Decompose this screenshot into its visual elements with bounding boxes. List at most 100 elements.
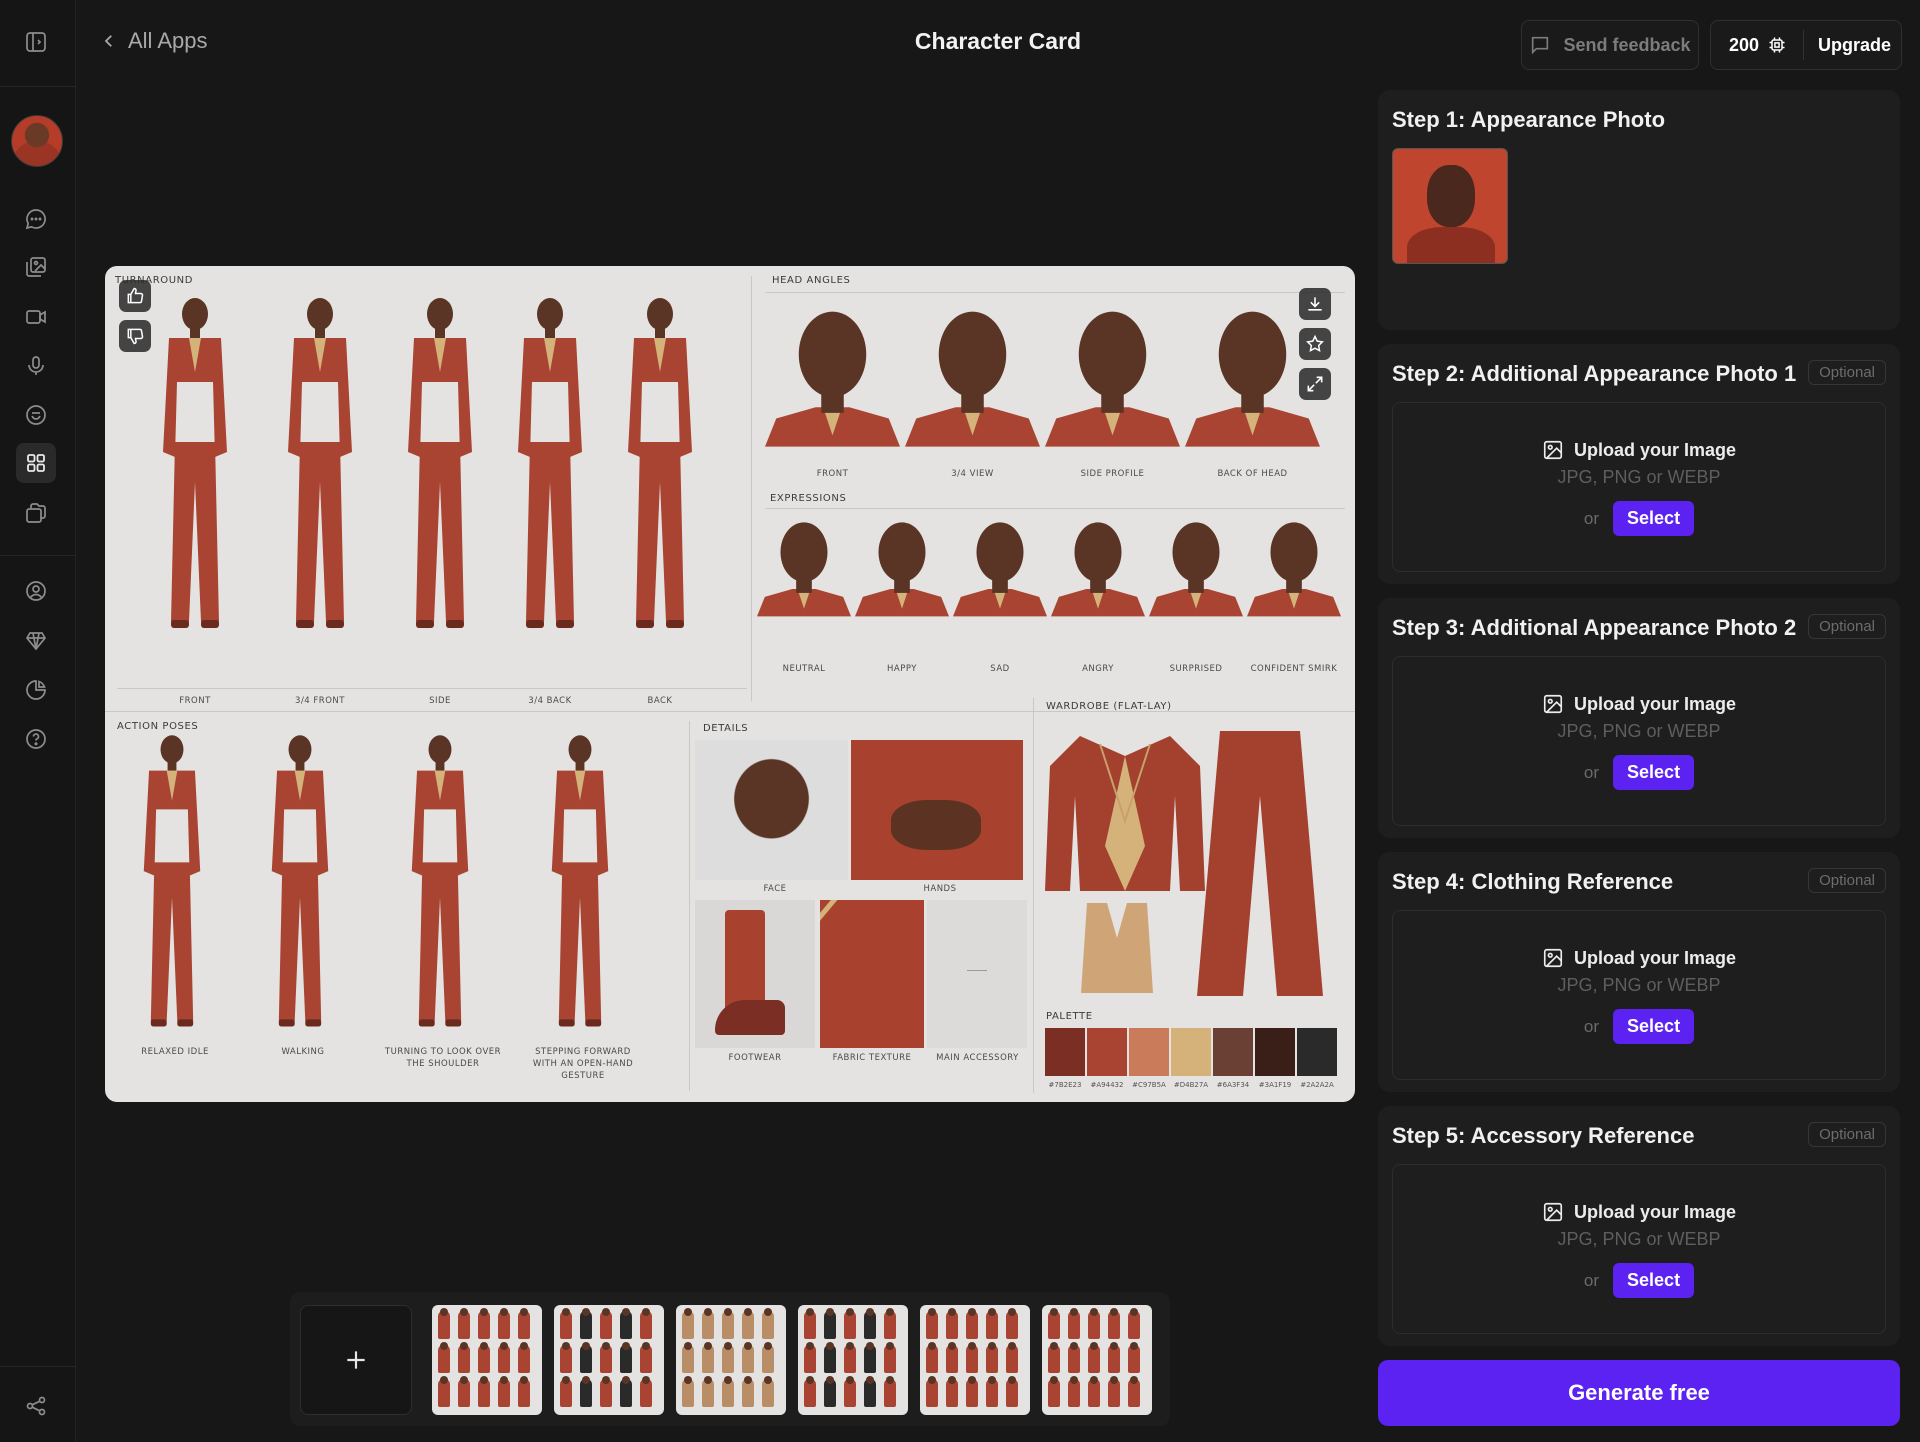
divider xyxy=(1033,698,1034,1093)
expression-portrait xyxy=(1051,513,1145,618)
divider xyxy=(751,276,752,701)
palette-swatch xyxy=(1213,1028,1253,1076)
expression-portrait xyxy=(953,513,1047,618)
help-icon[interactable] xyxy=(20,723,52,755)
pie-chart-icon[interactable] xyxy=(20,674,52,706)
image-upload-icon xyxy=(1543,694,1563,714)
step-2-title: Step 2: Additional Appearance Photo 1 xyxy=(1392,361,1797,386)
action-pose-label: RELAXED IDLE xyxy=(141,1047,209,1057)
divider xyxy=(117,688,747,689)
folder-icon[interactable] xyxy=(20,497,52,529)
upload-dropzone[interactable]: Upload your Image JPG, PNG or WEBP or Sel… xyxy=(1392,402,1886,572)
page-title: Character Card xyxy=(914,28,1082,54)
select-button[interactable]: Select xyxy=(1613,1263,1695,1298)
detail-label: FACE xyxy=(763,884,787,894)
upload-label: Upload your Image xyxy=(1573,439,1737,460)
detail-label: HANDS xyxy=(923,884,957,894)
select-button[interactable]: Select xyxy=(1613,501,1695,536)
new-generation-button[interactable] xyxy=(300,1305,412,1415)
optional-badge: Optional xyxy=(1808,868,1886,893)
upgrade-button[interactable]: Upgrade xyxy=(1804,35,1891,56)
action-pose-figure xyxy=(127,730,217,1030)
or-label: or xyxy=(1583,508,1600,528)
thumbs-up-icon xyxy=(127,287,144,304)
select-button[interactable]: Select xyxy=(1613,1009,1695,1044)
turnaround-figure xyxy=(610,292,710,632)
user-avatar[interactable] xyxy=(11,115,63,167)
apps-grid-icon[interactable] xyxy=(16,443,56,483)
step-5-card: Step 5: Accessory Reference Optional Upl… xyxy=(1378,1106,1900,1346)
palette-swatch xyxy=(1171,1028,1211,1076)
detail-fabric-tile xyxy=(820,900,924,1048)
credits-counter[interactable]: 200 xyxy=(1711,30,1805,60)
step-2-card: Step 2: Additional Appearance Photo 1 Op… xyxy=(1378,344,1900,584)
turnaround-label: BACK xyxy=(647,696,673,706)
expand-button[interactable] xyxy=(1299,368,1331,400)
favorite-button[interactable] xyxy=(1299,328,1331,360)
palette-swatch xyxy=(1255,1028,1295,1076)
video-icon[interactable] xyxy=(20,301,52,333)
expression-label: HAPPY xyxy=(887,664,917,674)
wardrobe-trousers xyxy=(1195,726,1325,1006)
credits-value: 200 xyxy=(1729,34,1760,55)
images-icon[interactable] xyxy=(20,251,52,283)
action-pose-figure xyxy=(395,730,485,1030)
message-square-icon xyxy=(1532,36,1549,55)
head-angle-label: BACK OF HEAD xyxy=(1217,469,1288,479)
back-to-all-apps-link[interactable]: All Apps xyxy=(100,28,208,54)
action-pose-label: STEPPING FORWARD WITH AN OPEN-HAND GESTU… xyxy=(532,1047,634,1081)
palette-swatch xyxy=(1045,1028,1085,1076)
head-angle-portrait xyxy=(765,296,900,451)
detail-label: FOOTWEAR xyxy=(728,1053,782,1063)
smile-icon[interactable] xyxy=(20,399,52,431)
mic-icon[interactable] xyxy=(20,350,52,382)
sidebar-toggle-icon[interactable] xyxy=(20,26,52,58)
image-upload-icon xyxy=(1543,440,1563,460)
generation-thumbnail[interactable] xyxy=(920,1305,1030,1415)
palette-hex-label: #6A3F34 xyxy=(1216,1081,1250,1089)
detail-face-tile xyxy=(695,740,848,880)
upload-dropzone[interactable]: Upload your Image JPG, PNG or WEBP or Sel… xyxy=(1392,910,1886,1080)
action-pose-figure xyxy=(255,730,345,1030)
step-1-title: Step 1: Appearance Photo xyxy=(1392,107,1666,132)
download-button[interactable] xyxy=(1299,288,1331,320)
share-icon[interactable] xyxy=(20,1390,52,1422)
generation-thumbnail[interactable] xyxy=(432,1305,542,1415)
turnaround-label: SIDE xyxy=(429,696,451,706)
generate-free-button[interactable]: Generate free xyxy=(1378,1360,1900,1426)
head-angle-portrait xyxy=(1045,296,1180,451)
palette-hex-label: #3A1F19 xyxy=(1258,1081,1292,1089)
generation-thumbnail[interactable] xyxy=(554,1305,664,1415)
detail-label: MAIN ACCESSORY xyxy=(936,1053,1019,1063)
section-label-palette: PALETTE xyxy=(1046,1011,1093,1022)
step-1-card: Step 1: Appearance Photo xyxy=(1378,90,1900,330)
upload-dropzone[interactable]: Upload your Image JPG, PNG or WEBP or Sel… xyxy=(1392,656,1886,826)
expression-label: CONFIDENT SMIRK xyxy=(1250,664,1338,674)
step-4-title: Step 4: Clothing Reference xyxy=(1392,869,1674,894)
image-upload-icon xyxy=(1543,1202,1563,1222)
upload-label: Upload your Image xyxy=(1573,947,1737,968)
thumbs-down-button[interactable] xyxy=(119,320,151,352)
thumbs-up-button[interactable] xyxy=(119,280,151,312)
head-angle-portrait xyxy=(905,296,1040,451)
generation-thumbnail[interactable] xyxy=(798,1305,908,1415)
divider xyxy=(105,711,1355,712)
step-4-card: Step 4: Clothing Reference Optional Uplo… xyxy=(1378,852,1900,1092)
or-label: or xyxy=(1583,762,1600,782)
head-angle-label: SIDE PROFILE xyxy=(1080,469,1145,479)
appearance-photo-thumbnail[interactable] xyxy=(1392,148,1508,264)
generation-thumbnail[interactable] xyxy=(1042,1305,1152,1415)
gem-icon[interactable] xyxy=(20,625,52,657)
upload-dropzone[interactable]: Upload your Image JPG, PNG or WEBP or Sel… xyxy=(1392,1164,1886,1334)
upload-formats: JPG, PNG or WEBP xyxy=(1557,467,1721,487)
divider xyxy=(765,292,1345,293)
turnaround-figure xyxy=(270,292,370,632)
step-3-title: Step 3: Additional Appearance Photo 2 xyxy=(1392,615,1797,640)
send-feedback-button[interactable]: Send feedback xyxy=(1521,20,1699,70)
chat-icon[interactable] xyxy=(20,203,52,235)
user-circle-icon[interactable] xyxy=(20,575,52,607)
divider xyxy=(689,721,690,1091)
generation-thumbnail[interactable] xyxy=(676,1305,786,1415)
or-label: or xyxy=(1583,1016,1600,1036)
select-button[interactable]: Select xyxy=(1613,755,1695,790)
